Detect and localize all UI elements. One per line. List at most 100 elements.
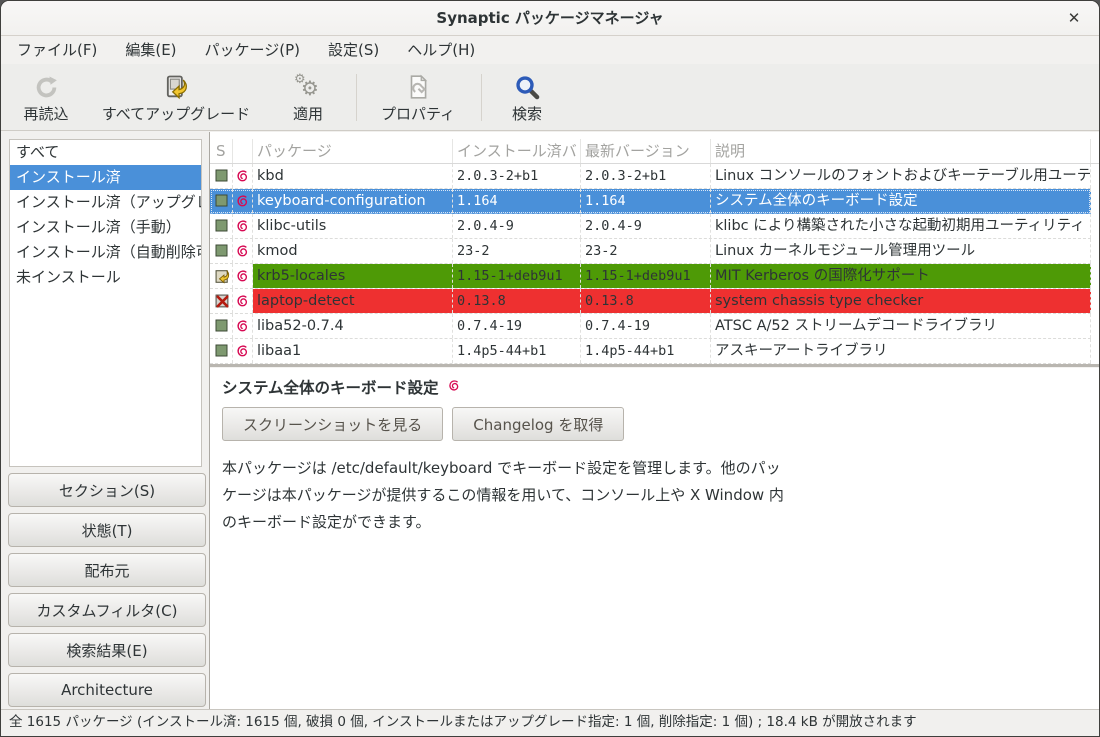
table-row[interactable]: laptop-detect 0.13.8 0.13.8 system chass… [210,289,1091,314]
latest-version: 0.7.4-19 [581,314,711,338]
package-description: アスキーアートライブラリ [711,339,1091,363]
details-title: システム全体のキーボード設定 [222,376,439,398]
package-description: MIT Kerberos の国際化サポート [711,264,1091,288]
package-status-icon [212,189,233,213]
properties-icon [373,71,463,103]
sidebar-category-button[interactable]: 配布元 [8,553,206,587]
installed-version: 2.0.3-2+b1 [453,164,581,188]
debian-swirl-icon [233,289,253,313]
sidebar-category-button[interactable]: 状態(T) [8,513,206,547]
search-button[interactable]: 検索 [494,71,560,125]
content-area: すべてインストール済インストール済（アップグレインストール済（手動）インストール… [1,132,1099,709]
search-icon [494,71,560,103]
description-line: ケージは本パッケージが提供するこの情報を用いて、コンソール上や X Window… [222,482,1087,509]
sidebar-category-button[interactable]: Architecture [8,673,206,707]
sidebar-filter-item[interactable]: インストール済（アップグレ [10,190,201,215]
debian-swirl-icon [233,264,253,288]
apply-button[interactable]: ⚙⚙ 適用 [273,71,343,125]
installed-version: 0.13.8 [453,289,581,313]
package-description: ATSC A/52 ストリームデコードライブラリ [711,314,1091,338]
column-header-origin[interactable] [233,139,253,163]
package-description: Linux カーネルモジュール管理用ツール [711,239,1091,263]
sidebar-buttons: セクション(S) 状態(T) 配布元カスタムフィルタ(C) 検索結果(E) Archit… [8,473,206,713]
details-pane: システム全体のキーボード設定 スクリーンショットを見る Changelog を取… [210,368,1099,709]
close-icon[interactable]: ✕ [1062,1,1086,36]
latest-version: 2.0.4-9 [581,214,711,238]
debian-swirl-icon [233,164,253,188]
package-description: klibc により構築された小さな起動初期用ユーティリティ [711,214,1091,238]
apply-gears-icon: ⚙⚙ [273,71,343,103]
menu-settings[interactable]: 設定(S) [314,36,393,64]
column-header-status[interactable]: S [212,139,233,163]
menu-edit[interactable]: 編集(E) [111,36,190,64]
table-row[interactable]: keyboard-configuration 1.164 1.164 システム全… [210,189,1091,214]
installed-version: 0.7.4-19 [453,314,581,338]
table-row[interactable]: libaa1 1.4p5-44+b1 1.4p5-44+b1 アスキーアートライ… [210,339,1091,364]
table-row[interactable]: krb5-locales 1.15-1+deb9u1 1.15-1+deb9u1… [210,264,1091,289]
package-name: libaa1 [253,339,453,363]
column-header-latest-version[interactable]: 最新バージョン [581,139,711,163]
menubar: ファイル(F) 編集(E) パッケージ(P) 設定(S) ヘルプ(H) [1,36,1099,64]
main-pane: S パッケージ インストール済バ 最新バージョン 説明 [209,132,1099,709]
sidebar-filter-item[interactable]: インストール済（手動） [10,215,201,240]
package-description: システム全体のキーボード設定 [711,189,1091,213]
properties-button[interactable]: プロパティ [373,71,463,125]
package-name: liba52-0.7.4 [253,314,453,338]
package-description: system chassis type checker [711,289,1091,313]
package-status-icon [212,164,233,188]
debian-swirl-icon [447,378,461,397]
sidebar-filter-item[interactable]: インストール済（自動削除可 [10,240,201,265]
upgrade-all-icon [91,71,261,103]
column-header-description[interactable]: 説明 [711,139,1091,163]
description-line: 本パッケージは /etc/default/keyboard でキーボード設定を管… [222,455,1087,482]
column-header-package[interactable]: パッケージ [253,139,453,163]
package-status-icon [212,264,233,288]
package-status-icon [212,339,233,363]
debian-swirl-icon [233,189,253,213]
column-header-installed-version[interactable]: インストール済バ [453,139,581,163]
package-status-icon [212,214,233,238]
latest-version: 1.15-1+deb9u1 [581,264,711,288]
reload-button[interactable]: 再読込 [11,71,81,125]
package-status-icon [212,239,233,263]
latest-version: 1.4p5-44+b1 [581,339,711,363]
latest-version: 0.13.8 [581,289,711,313]
toolbar-separator [481,74,482,121]
view-screenshot-button[interactable]: スクリーンショットを見る [222,407,443,441]
table-body: kbd 2.0.3-2+b1 2.0.3-2+b1 Linux コンソールのフォ… [210,164,1099,364]
installed-version: 1.164 [453,189,581,213]
sidebar-category-button[interactable]: カスタムフィルタ(C) [8,593,206,627]
upgrade-all-button[interactable]: すべてアップグレード [91,71,261,125]
titlebar: Synaptic パッケージマネージャ ✕ [1,1,1099,36]
menu-help[interactable]: ヘルプ(H) [393,36,489,64]
get-changelog-button[interactable]: Changelog を取得 [452,407,624,441]
package-name: kbd [253,164,453,188]
sidebar-filter-item[interactable]: インストール済 [10,165,201,190]
toolbar-separator [356,74,357,121]
package-status-icon [212,289,233,313]
debian-swirl-icon [233,314,253,338]
refresh-icon [11,71,81,103]
sidebar-category-button[interactable]: セクション(S) [8,473,206,507]
sidebar-filter-item[interactable]: すべて [10,140,201,165]
latest-version: 23-2 [581,239,711,263]
debian-swirl-icon [233,239,253,263]
table-row[interactable]: kmod 23-2 23-2 Linux カーネルモジュール管理用ツール [210,239,1091,264]
installed-version: 2.0.4-9 [453,214,581,238]
installed-version: 1.4p5-44+b1 [453,339,581,363]
table-row[interactable]: kbd 2.0.3-2+b1 2.0.3-2+b1 Linux コンソールのフォ… [210,164,1091,189]
debian-swirl-icon [233,214,253,238]
package-name: laptop-detect [253,289,453,313]
table-row[interactable]: klibc-utils 2.0.4-9 2.0.4-9 klibc により構築さ… [210,214,1091,239]
sidebar-filter-item[interactable]: 未インストール [10,265,201,290]
package-name: krb5-locales [253,264,453,288]
package-table: S パッケージ インストール済バ 最新バージョン 説明 [210,132,1099,364]
details-description: 本パッケージは /etc/default/keyboard でキーボード設定を管… [222,455,1087,536]
table-row[interactable]: liba52-0.7.4 0.7.4-19 0.7.4-19 ATSC A/52… [210,314,1091,339]
package-name: klibc-utils [253,214,453,238]
menu-file[interactable]: ファイル(F) [3,36,111,64]
package-description: Linux コンソールのフォントおよびキーテーブル用ユーテ [711,164,1091,188]
sidebar-category-button[interactable]: 検索結果(E) [8,633,206,667]
menu-package[interactable]: パッケージ(P) [191,36,314,64]
description-line: のキーボード設定ができます。 [222,509,1087,536]
